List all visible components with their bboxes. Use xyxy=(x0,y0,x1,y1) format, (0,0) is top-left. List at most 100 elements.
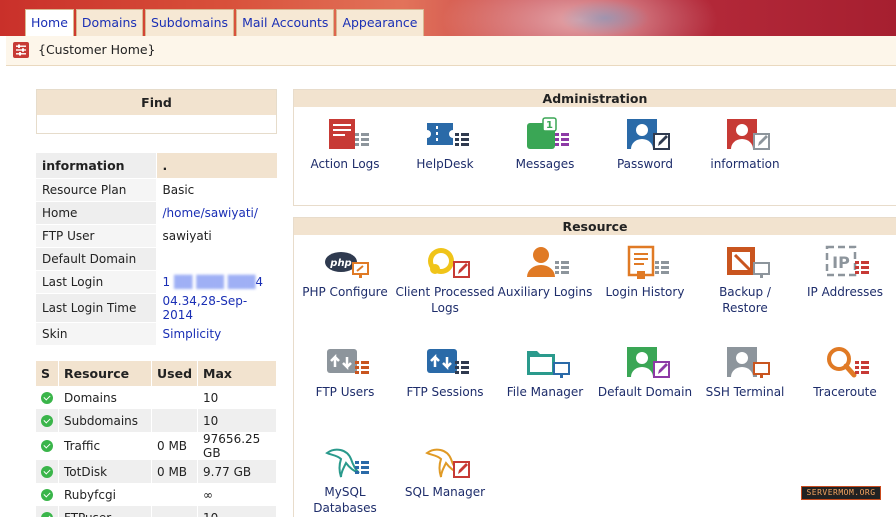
info-header-value: . xyxy=(156,153,277,179)
helpdesk-button[interactable]: HelpDesk xyxy=(395,117,495,172)
ip-redacted: ██ ███ ███ xyxy=(170,274,256,289)
breadcrumb: {Customer Home} xyxy=(6,36,896,66)
resource-name: Subdomains xyxy=(58,409,152,432)
skin-link[interactable]: Simplicity xyxy=(163,327,222,341)
messages-badge: 1 xyxy=(546,120,553,131)
tab-subdomains[interactable]: Subdomains xyxy=(144,9,235,36)
login-history-label: Login History xyxy=(605,285,685,299)
php-logo-text: php xyxy=(329,258,351,269)
tab-appearance[interactable]: Appearance xyxy=(336,9,424,36)
info-key: FTP User xyxy=(36,224,157,248)
traceroute-icon xyxy=(819,345,871,381)
resource-used: 0 MB xyxy=(151,460,199,483)
default-domain-button[interactable]: Default Domain xyxy=(595,345,695,400)
table-row: Domains 10 xyxy=(36,386,277,409)
traceroute-button[interactable]: Traceroute xyxy=(795,345,895,400)
settings-icon xyxy=(13,42,29,58)
info-header-row: information . xyxy=(36,153,277,179)
info-table: information . Resource Plan Basic Home /… xyxy=(36,153,277,346)
auxiliary-logins-button[interactable]: Auxiliary Logins xyxy=(495,245,595,300)
backup-restore-label: Backup / Restore xyxy=(719,285,771,315)
ip-start: 1 xyxy=(162,274,171,289)
login-history-icon xyxy=(619,245,671,281)
info-key: Home xyxy=(36,201,157,225)
table-row: FTP User sawiyati xyxy=(36,224,277,248)
breadcrumb-label: {Customer Home} xyxy=(38,42,156,57)
helpdesk-label: HelpDesk xyxy=(416,157,474,171)
tab-home[interactable]: Home xyxy=(25,9,74,37)
sql-manager-label: SQL Manager xyxy=(404,485,486,499)
resource-max: ∞ xyxy=(197,483,277,506)
default-domain-icon xyxy=(619,345,671,381)
home-path-link[interactable]: /home/sawiyati/ xyxy=(163,206,258,220)
info-value xyxy=(156,247,277,271)
client-processed-logs-button[interactable]: Client Processed Logs xyxy=(395,245,495,316)
resource-max: 10 xyxy=(197,409,277,432)
info-value: sawiyati xyxy=(156,224,277,248)
resource-name: FTPuser xyxy=(58,506,152,517)
tab-mail-accounts[interactable]: Mail Accounts xyxy=(236,9,335,36)
php-configure-icon: php xyxy=(319,245,371,281)
resource-name: Traffic xyxy=(58,432,152,460)
administration-panel: Administration Action Logs HelpDesk 1 Me… xyxy=(293,89,896,206)
tab-domains[interactable]: Domains xyxy=(75,9,143,36)
check-icon xyxy=(41,440,53,452)
resource-name: Rubyfcgi xyxy=(58,483,152,506)
info-header-key: information xyxy=(36,153,157,179)
sql-manager-icon xyxy=(419,445,471,481)
php-configure-button[interactable]: php PHP Configure xyxy=(295,245,395,300)
resource-title: Resource xyxy=(294,218,896,235)
table-row: Home /home/sawiyati/ xyxy=(36,201,277,225)
ip-addresses-button[interactable]: IP IP Addresses xyxy=(795,245,895,300)
info-key: Skin xyxy=(36,322,157,346)
messages-button[interactable]: 1 Messages xyxy=(495,117,595,172)
ssh-terminal-button[interactable]: SSH Terminal xyxy=(695,345,795,400)
info-key: Default Domain xyxy=(36,247,157,271)
find-title: Find xyxy=(37,90,276,115)
table-row: Traffic 0 MB 97656.25 GB xyxy=(36,432,277,460)
password-icon xyxy=(619,117,671,153)
ftp-sessions-button[interactable]: FTP Sessions xyxy=(395,345,495,400)
check-icon xyxy=(41,391,53,404)
resource-used xyxy=(151,506,199,517)
sql-manager-button[interactable]: SQL Manager xyxy=(395,445,495,500)
ip-end: 4 xyxy=(255,274,264,289)
resource-header-row: S Resource Used Max xyxy=(36,361,277,386)
table-row: Default Domain xyxy=(36,247,277,271)
action-logs-button[interactable]: Action Logs xyxy=(295,117,395,172)
resource-used xyxy=(151,483,199,506)
ip-addresses-label: IP Addresses xyxy=(806,285,883,299)
info-value: Basic xyxy=(156,178,277,202)
password-button[interactable]: Password xyxy=(595,117,695,172)
info-key: Last Login xyxy=(36,270,157,294)
backup-restore-icon xyxy=(719,245,771,281)
table-row: Rubyfcgi ∞ xyxy=(36,483,277,506)
information-label: information xyxy=(710,157,780,171)
mysql-databases-label: MySQL Databases xyxy=(313,485,377,515)
file-manager-icon xyxy=(519,345,571,381)
file-manager-button[interactable]: File Manager xyxy=(495,345,595,400)
traceroute-label: Traceroute xyxy=(813,385,877,399)
ftp-users-button[interactable]: FTP Users xyxy=(295,345,395,400)
table-row: Resource Plan Basic xyxy=(36,178,277,202)
table-row: Last Login Time 04.34,28-Sep-2014 xyxy=(36,293,277,323)
password-label: Password xyxy=(616,157,674,171)
resource-max: 10 xyxy=(197,506,277,517)
resource-used: 0 MB xyxy=(151,432,199,460)
watermark-logo: SERVERMOM.ORG xyxy=(801,486,881,500)
file-manager-label: File Manager xyxy=(506,385,584,399)
information-icon xyxy=(719,117,771,153)
mysql-databases-button[interactable]: MySQL Databases xyxy=(295,445,395,516)
helpdesk-icon xyxy=(419,117,471,153)
resource-max: 97656.25 GB xyxy=(197,432,277,460)
table-row: Subdomains 10 xyxy=(36,409,277,432)
messages-label: Messages xyxy=(515,157,575,171)
table-row: Last Login 1 ██ ███ ███4 xyxy=(36,270,277,294)
backup-restore-button[interactable]: Backup / Restore xyxy=(695,245,795,316)
php-configure-label: PHP Configure xyxy=(302,285,388,299)
resource-max: 10 xyxy=(197,386,277,409)
login-history-button[interactable]: Login History xyxy=(595,245,695,300)
resource-name: TotDisk xyxy=(58,460,152,483)
info-value: 04.34,28-Sep-2014 xyxy=(156,293,277,323)
information-button[interactable]: information xyxy=(695,117,795,172)
